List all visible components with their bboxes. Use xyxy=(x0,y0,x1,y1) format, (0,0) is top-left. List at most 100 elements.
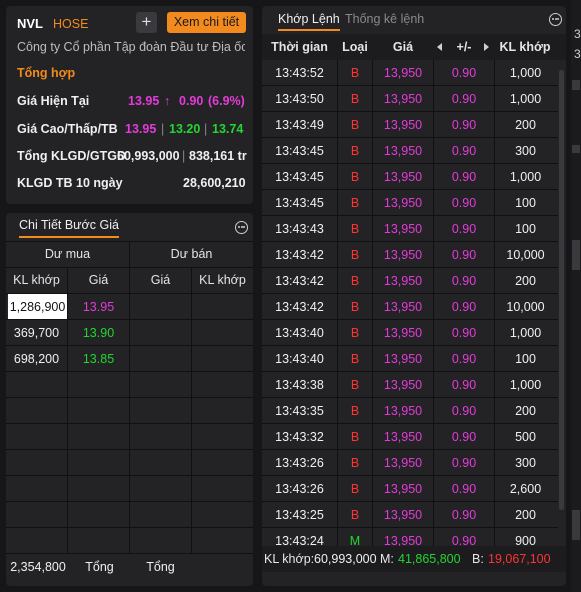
depth-tabbar: Chi Tiết Bước Giá xyxy=(6,213,253,241)
trade-volume: 200 xyxy=(515,404,536,418)
trade-volume: 10,000 xyxy=(506,248,545,262)
view-detail-button[interactable]: Xem chi tiết xyxy=(167,12,246,33)
grid-line xyxy=(372,294,373,320)
grid-line xyxy=(372,86,373,112)
edge-control[interactable] xyxy=(572,145,580,153)
trade-change: 0.90 xyxy=(451,378,477,392)
trade-change: 0.90 xyxy=(451,170,477,184)
grid-line xyxy=(337,294,338,320)
trade-change: 0.90 xyxy=(451,326,477,340)
col-sell-price: Giá xyxy=(150,273,171,287)
trade-volume: 100 xyxy=(515,196,536,210)
grid-line xyxy=(433,138,434,164)
grid-line xyxy=(494,164,495,190)
footer-volume-value: 60,993,000 xyxy=(314,552,377,566)
tab-matched-orders[interactable]: Khớp Lệnh xyxy=(278,12,340,31)
footer-m-label: M: xyxy=(380,552,394,566)
trade-time: 13:43:32 xyxy=(275,430,324,444)
depth-buy-volume: 1,286,900 xyxy=(8,294,67,320)
separator: | xyxy=(161,122,165,136)
grid-line xyxy=(433,294,434,320)
grid-line xyxy=(494,476,495,502)
grid-line xyxy=(494,190,495,216)
volume-value-label: Tổng KLGD/GTGD xyxy=(17,149,127,163)
trade-row: 13:43:38 B 13,950 0.90 1,000 xyxy=(262,372,558,398)
trade-row: 13:43:35 B 13,950 0.90 200 xyxy=(262,398,558,424)
grid-line xyxy=(337,268,338,294)
grid-line xyxy=(433,86,434,112)
matched-orders-panel: Khớp Lệnh Thống kê lệnh Thời gian Loại G… xyxy=(262,6,566,586)
grid-line xyxy=(372,112,373,138)
grid-line xyxy=(494,86,495,112)
grid-line xyxy=(433,242,434,268)
trade-type: B xyxy=(350,144,360,158)
edge-control[interactable] xyxy=(572,80,580,90)
trade-price: 13,950 xyxy=(383,144,423,158)
grid-line xyxy=(494,450,495,476)
grid-line xyxy=(433,502,434,528)
trade-type: B xyxy=(350,482,360,496)
trade-change: 0.90 xyxy=(451,66,477,80)
trade-time: 13:43:42 xyxy=(275,274,324,288)
grid-line xyxy=(372,320,373,346)
trade-price: 13,950 xyxy=(383,300,423,314)
more-icon[interactable] xyxy=(235,221,248,234)
depth-buy-price: 13.85 xyxy=(82,352,115,366)
buy-group-header: Dư mua xyxy=(44,247,91,261)
trade-price: 13,950 xyxy=(383,326,423,340)
grid-line xyxy=(337,320,338,346)
trade-row: 13:43:26 B 13,950 0.90 300 xyxy=(262,450,558,476)
col-buy-price: Giá xyxy=(88,273,109,287)
grid-line xyxy=(191,267,192,553)
total-value: 838,161 tr xyxy=(189,149,247,163)
trade-row: 13:43:52 B 13,950 0.90 1,000 xyxy=(262,60,558,86)
trades-scrollbar[interactable] xyxy=(559,70,564,510)
scroll-left-icon[interactable] xyxy=(437,43,442,51)
trade-price: 13,950 xyxy=(383,222,423,236)
more-icon[interactable] xyxy=(549,13,562,26)
trade-change: 0.90 xyxy=(451,404,477,418)
grid-line xyxy=(372,450,373,476)
trade-volume: 500 xyxy=(515,430,536,444)
trade-row: 13:43:40 B 13,950 0.90 1,000 xyxy=(262,320,558,346)
trade-row: 13:43:43 B 13,950 0.90 100 xyxy=(262,216,558,242)
trade-volume: 200 xyxy=(515,274,536,288)
grid-line xyxy=(337,398,338,424)
trade-change: 0.90 xyxy=(451,300,477,314)
trade-change: 0.90 xyxy=(451,482,477,496)
trade-volume: 200 xyxy=(515,508,536,522)
trade-time: 13:43:38 xyxy=(275,378,324,392)
avg10-value: 28,600,210 xyxy=(183,176,246,190)
scroll-right-icon[interactable] xyxy=(484,43,489,51)
trade-type: B xyxy=(350,378,360,392)
grid-line xyxy=(433,60,434,86)
trade-time: 13:43:26 xyxy=(275,456,324,470)
trade-time: 13:43:42 xyxy=(275,248,324,262)
trade-time: 13:43:45 xyxy=(275,196,324,210)
grid-line xyxy=(494,268,495,294)
price-change: 0.90 xyxy=(179,94,204,108)
trade-time: 13:43:52 xyxy=(275,66,324,80)
tab-price-depth[interactable]: Chi Tiết Bước Giá xyxy=(19,218,119,238)
total-buy-label: Tổng xyxy=(85,560,114,574)
trade-time: 13:43:43 xyxy=(275,222,324,236)
grid-line xyxy=(494,346,495,372)
arrow-up-icon: ↑ xyxy=(164,94,171,108)
tab-order-statistics[interactable]: Thống kê lệnh xyxy=(345,12,424,26)
add-watchlist-button[interactable]: + xyxy=(136,12,157,33)
grid-line xyxy=(433,450,434,476)
edge-control[interactable] xyxy=(572,240,580,270)
trade-row: 13:43:49 B 13,950 0.90 200 xyxy=(262,112,558,138)
trade-price: 13,950 xyxy=(383,508,423,522)
grid-line xyxy=(433,268,434,294)
trade-time: 13:43:25 xyxy=(275,508,324,522)
grid-line xyxy=(494,60,495,86)
depth-buy-price: 13.90 xyxy=(82,326,115,340)
price-depth-panel: Chi Tiết Bước Giá Dư mua Dư bán KL khớp … xyxy=(6,213,253,586)
current-price-row: Giá Hiện Tại 13.95 ↑ 0.90 (6.9%) xyxy=(17,94,245,112)
grid-line xyxy=(337,242,338,268)
grid-line xyxy=(433,476,434,502)
edge-control[interactable] xyxy=(572,510,580,540)
trade-type: B xyxy=(350,430,360,444)
trade-volume: 200 xyxy=(515,118,536,132)
